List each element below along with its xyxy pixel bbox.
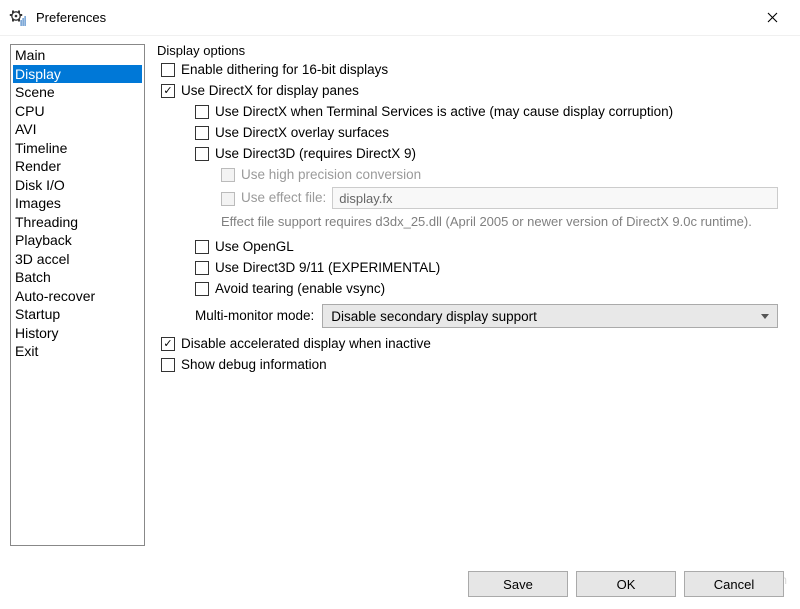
label-dithering: Enable dithering for 16-bit displays: [181, 61, 388, 79]
sidebar: Main Display Scene CPU AVI Timeline Rend…: [10, 44, 145, 546]
checkbox-highprecision: [221, 168, 235, 182]
content-area: Main Display Scene CPU AVI Timeline Rend…: [0, 36, 800, 556]
checkbox-d3d[interactable]: [195, 147, 209, 161]
sidebar-item-cpu[interactable]: CPU: [13, 102, 142, 121]
sidebar-item-startup[interactable]: Startup: [13, 305, 142, 324]
sidebar-item-3daccel[interactable]: 3D accel: [13, 250, 142, 269]
sidebar-item-autorecover[interactable]: Auto-recover: [13, 287, 142, 306]
effectfile-input: [332, 187, 778, 209]
sidebar-item-render[interactable]: Render: [13, 157, 142, 176]
sidebar-item-exit[interactable]: Exit: [13, 342, 142, 361]
label-d3d911: Use Direct3D 9/11 (EXPERIMENTAL): [215, 259, 440, 277]
label-d3d: Use Direct3D (requires DirectX 9): [215, 145, 416, 163]
sidebar-item-batch[interactable]: Batch: [13, 268, 142, 287]
multimonitor-label: Multi-monitor mode:: [195, 307, 314, 325]
checkbox-directx[interactable]: [161, 84, 175, 98]
checkbox-opengl[interactable]: [195, 240, 209, 254]
group-display-options: Display options Enable dithering for 16-…: [155, 44, 784, 383]
cancel-button[interactable]: Cancel: [684, 571, 784, 597]
label-debug: Show debug information: [181, 356, 327, 374]
app-icon: [8, 8, 28, 28]
sidebar-item-display[interactable]: Display: [13, 65, 142, 84]
ok-button[interactable]: OK: [576, 571, 676, 597]
label-directx: Use DirectX for display panes: [181, 82, 359, 100]
sidebar-item-avi[interactable]: AVI: [13, 120, 142, 139]
label-disable-accel: Disable accelerated display when inactiv…: [181, 335, 431, 353]
window-title: Preferences: [36, 10, 752, 25]
label-highprecision: Use high precision conversion: [241, 166, 421, 184]
group-title: Display options: [157, 43, 245, 58]
checkbox-dithering[interactable]: [161, 63, 175, 77]
save-button[interactable]: Save: [468, 571, 568, 597]
multimonitor-select[interactable]: Disable secondary display support: [322, 304, 778, 328]
checkbox-vsync[interactable]: [195, 282, 209, 296]
label-effectfile: Use effect file:: [241, 189, 326, 207]
sidebar-item-scene[interactable]: Scene: [13, 83, 142, 102]
button-row: Save OK Cancel: [468, 571, 784, 597]
checkbox-overlay[interactable]: [195, 126, 209, 140]
multimonitor-value: Disable secondary display support: [331, 309, 537, 324]
sidebar-item-playback[interactable]: Playback: [13, 231, 142, 250]
effectfile-note: Effect file support requires d3dx_25.dll…: [161, 213, 778, 231]
panel-display-options: Display options Enable dithering for 16-…: [145, 44, 790, 546]
checkbox-disable-accel[interactable]: [161, 337, 175, 351]
checkbox-effectfile: [221, 192, 235, 206]
titlebar: Preferences: [0, 0, 800, 36]
close-button[interactable]: [752, 3, 792, 33]
checkbox-debug[interactable]: [161, 358, 175, 372]
label-overlay: Use DirectX overlay surfaces: [215, 124, 389, 142]
label-vsync: Avoid tearing (enable vsync): [215, 280, 385, 298]
sidebar-item-main[interactable]: Main: [13, 46, 142, 65]
label-directx-ts: Use DirectX when Terminal Services is ac…: [215, 103, 673, 121]
sidebar-item-timeline[interactable]: Timeline: [13, 139, 142, 158]
sidebar-item-diskio[interactable]: Disk I/O: [13, 176, 142, 195]
checkbox-d3d911[interactable]: [195, 261, 209, 275]
sidebar-item-images[interactable]: Images: [13, 194, 142, 213]
sidebar-item-threading[interactable]: Threading: [13, 213, 142, 232]
sidebar-item-history[interactable]: History: [13, 324, 142, 343]
checkbox-directx-ts[interactable]: [195, 105, 209, 119]
label-opengl: Use OpenGL: [215, 238, 294, 256]
